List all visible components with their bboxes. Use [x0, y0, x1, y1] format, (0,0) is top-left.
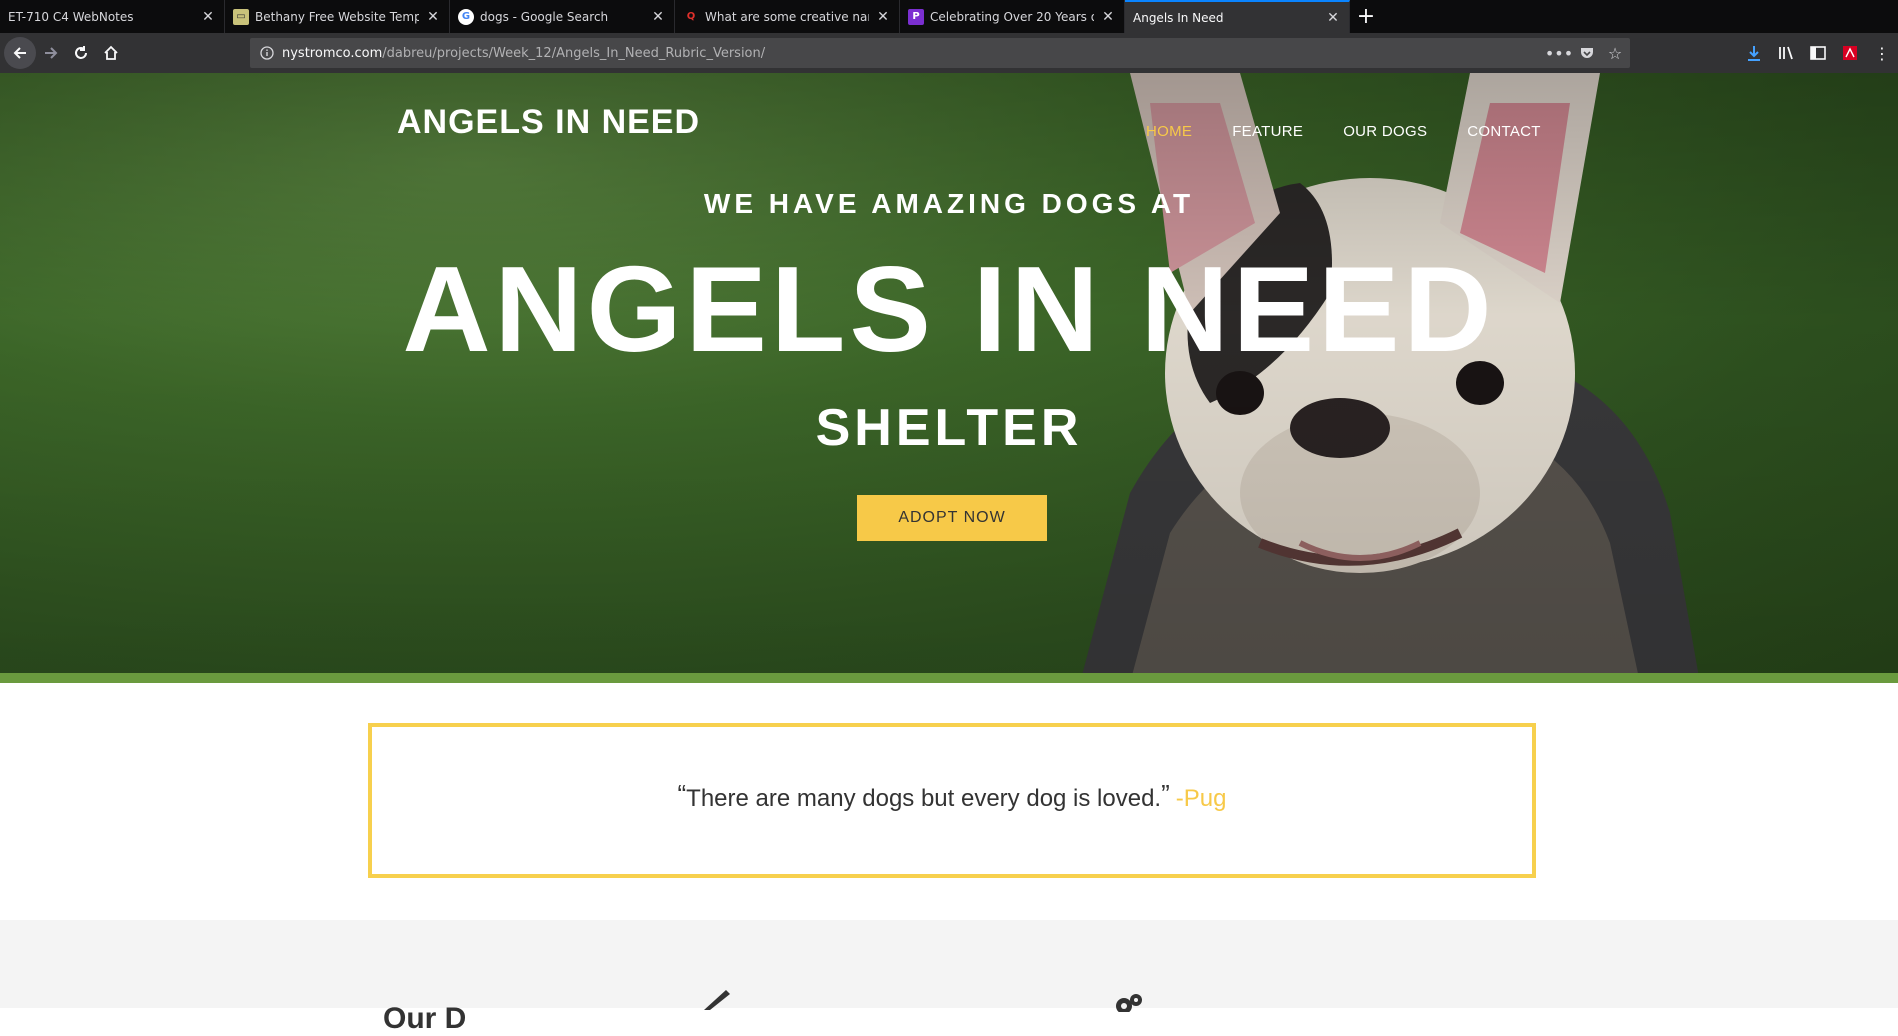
brush-icon: [704, 990, 730, 1010]
close-tab-icon[interactable]: ✕: [200, 9, 216, 25]
quote-box: “There are many dogs but every dog is lo…: [368, 723, 1536, 878]
arrow-left-icon: [13, 47, 26, 59]
tab-webnotes[interactable]: ET-710 C4 WebNotes ✕: [0, 0, 225, 33]
main-nav: HOME FEATURE OUR DOGS CONTACT: [1146, 123, 1541, 140]
tab-title: What are some creative names: [705, 9, 869, 24]
close-tab-icon[interactable]: ✕: [1325, 10, 1341, 26]
close-tab-icon[interactable]: ✕: [1100, 9, 1116, 25]
hero-subtitle: WE HAVE AMAZING DOGS AT: [703, 188, 1195, 219]
tab-title: Bethany Free Website Template: [255, 9, 419, 24]
more-actions-icon[interactable]: •••: [1545, 44, 1573, 63]
pf-icon: P: [908, 8, 924, 25]
site-logo[interactable]: ANGELS IN NEED: [397, 103, 700, 142]
nav-contact[interactable]: CONTACT: [1467, 123, 1540, 140]
library-icon[interactable]: [1776, 43, 1796, 63]
arrow-right-icon: [45, 47, 58, 59]
tab-bethany-template[interactable]: ▭ Bethany Free Website Template ✕: [225, 0, 450, 33]
tab-quora[interactable]: Q What are some creative names ✕: [675, 0, 900, 33]
url-bar[interactable]: nystromco.com/dabreu/projects/Week_12/An…: [250, 38, 1630, 68]
hero-subtitle-shelter: SHELTER: [815, 399, 1083, 457]
section-heading: Our D: [383, 1002, 467, 1035]
tab-google-search[interactable]: G dogs - Google Search ✕: [450, 0, 675, 33]
download-icon[interactable]: [1744, 43, 1764, 63]
quote-close-mark: ”: [1161, 779, 1170, 809]
quote-text: There are many dogs but every dog is lov…: [686, 785, 1162, 812]
close-tab-icon[interactable]: ✕: [425, 9, 441, 25]
gears-icon: [1116, 994, 1142, 1012]
quora-icon: Q: [686, 11, 696, 22]
quote: “There are many dogs but every dog is lo…: [678, 779, 1227, 816]
home-button[interactable]: [96, 38, 126, 68]
tab-strip: ET-710 C4 WebNotes ✕ ▭ Bethany Free Webs…: [0, 0, 1898, 33]
tab-angels-in-need[interactable]: Angels In Need ✕: [1125, 0, 1350, 33]
toolbar-right: ⋮: [1744, 33, 1898, 73]
close-tab-icon[interactable]: ✕: [650, 9, 666, 25]
pocket-icon[interactable]: [1578, 44, 1596, 62]
close-tab-icon[interactable]: ✕: [875, 9, 891, 25]
bookmark-star-icon[interactable]: ☆: [1606, 44, 1624, 63]
quote-author: -Pug: [1175, 785, 1227, 812]
quote-section: “There are many dogs but every dog is lo…: [0, 683, 1898, 920]
url-host: nystromco.com: [282, 45, 383, 61]
template-icon: ▭: [233, 8, 249, 25]
home-icon: [104, 45, 118, 60]
features-section: Our D: [0, 920, 1898, 1035]
tab-title: ET-710 C4 WebNotes: [8, 9, 134, 24]
nav-our-dogs[interactable]: OUR DOGS: [1343, 123, 1427, 140]
adopt-now-button[interactable]: ADOPT NOW: [857, 495, 1047, 541]
tab-title: dogs - Google Search: [480, 9, 609, 24]
url-text[interactable]: nystromco.com/dabreu/projects/Week_12/An…: [282, 46, 765, 61]
navigation-toolbar: nystromco.com/dabreu/projects/Week_12/An…: [0, 33, 1898, 73]
menu-overflow-icon[interactable]: ⋮: [1872, 43, 1892, 63]
back-button[interactable]: [4, 37, 36, 69]
reload-button[interactable]: [66, 38, 96, 68]
nav-feature[interactable]: FEATURE: [1232, 123, 1303, 140]
forward-button[interactable]: [36, 38, 66, 68]
url-path: /dabreu/projects/Week_12/Angels_In_Need_…: [382, 45, 766, 61]
sidebar-icon[interactable]: [1808, 43, 1828, 63]
plus-icon: +: [1356, 4, 1376, 29]
pdf-icon[interactable]: [1840, 43, 1860, 63]
hero-section: ANGELS IN NEED HOME FEATURE OUR DOGS CON…: [0, 73, 1898, 683]
google-icon: G: [458, 8, 474, 25]
url-actions: ••• ☆: [1545, 38, 1624, 68]
reload-icon: [75, 46, 87, 59]
tab-title: Angels In Need: [1133, 10, 1224, 25]
tab-title: Celebrating Over 20 Years of Pe: [930, 9, 1094, 24]
tab-celebrating[interactable]: P Celebrating Over 20 Years of Pe ✕: [900, 0, 1125, 33]
info-icon[interactable]: [258, 44, 276, 62]
nav-home[interactable]: HOME: [1146, 123, 1192, 140]
hero-overlay: [0, 73, 1898, 683]
hero-bottom-band: [0, 673, 1898, 683]
hero-title: ANGELS IN NEED: [402, 241, 1496, 377]
new-tab-button[interactable]: +: [1350, 0, 1382, 33]
quote-open-mark: “: [677, 779, 687, 809]
